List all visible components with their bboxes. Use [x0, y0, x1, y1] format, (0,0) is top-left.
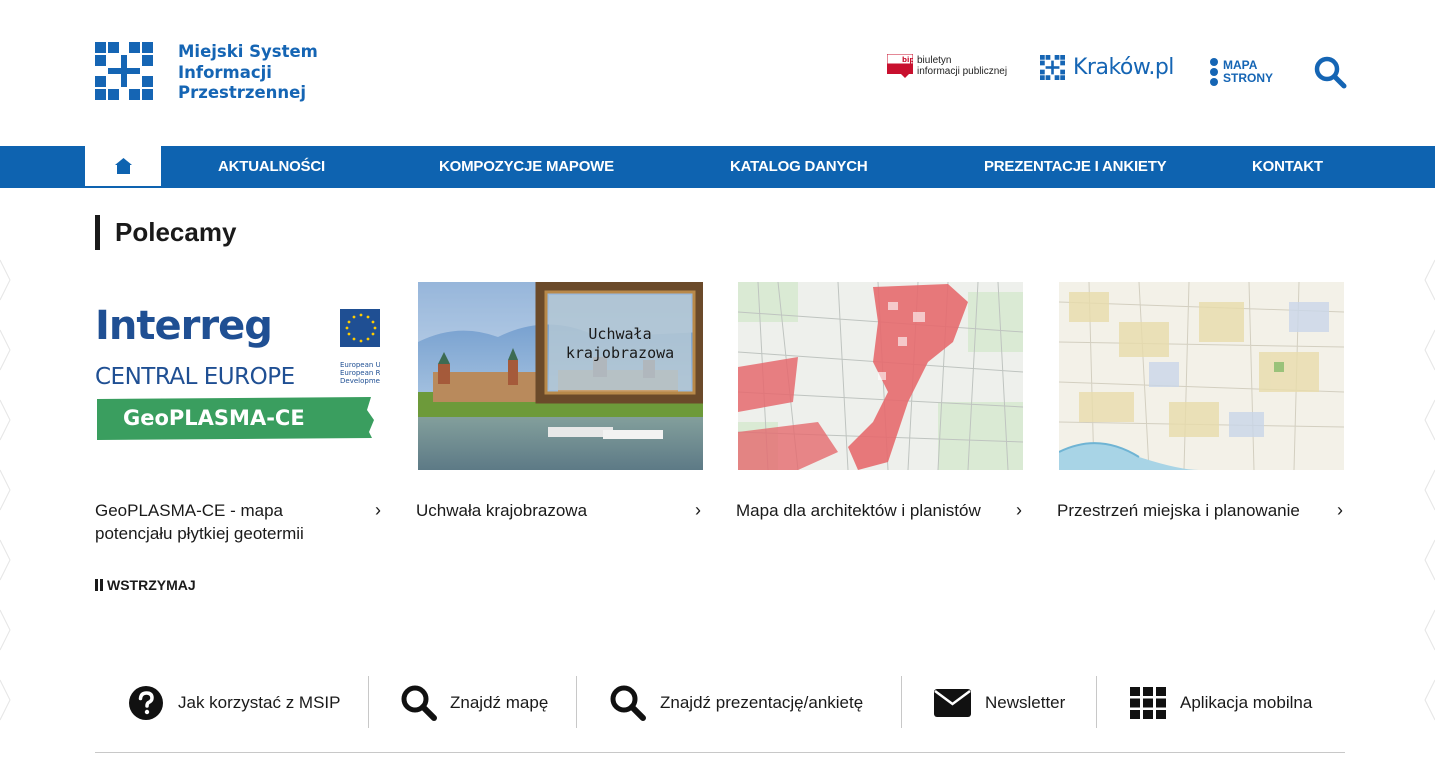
divider: [368, 676, 369, 728]
search-icon: [1314, 56, 1347, 89]
eu-line-1: European U: [340, 361, 380, 369]
nav-item-aktualnosci[interactable]: AKTUALNOŚCI: [218, 146, 325, 188]
envelope-icon: [934, 689, 971, 717]
krakow-link[interactable]: Kraków.pl: [1040, 55, 1174, 80]
divider: [576, 676, 577, 728]
msip-logo-icon: [95, 42, 153, 100]
chevron-right-icon: ›: [375, 500, 381, 520]
card-title[interactable]: GeoPLASMA-CE - mapa potencjału płytkiej …: [95, 499, 365, 545]
frame-line-2: krajobrazowa: [566, 344, 674, 362]
bip-link[interactable]: bip biuletyn informacji publicznej: [886, 53, 1007, 78]
bottom-divider: [95, 752, 1345, 753]
logo-line-2: Informacji: [178, 62, 272, 82]
pause-icon: [95, 579, 103, 591]
carousel-pause-button[interactable]: WSTRZYMAJ: [95, 577, 196, 593]
eu-line-2: European Re: [340, 369, 380, 377]
nav-item-prezentacje[interactable]: PREZENTACJE I ANKIETY: [984, 146, 1167, 188]
site-header: Miejski System Informacji Przestrzennej …: [0, 0, 1435, 146]
logo-line-3: Przestrzennej: [178, 83, 307, 102]
sitemap-label: MAPA STRONY: [1223, 59, 1273, 85]
card-architekci[interactable]: Mapa dla architektów i planistów ›: [736, 282, 1028, 520]
nav-item-katalog[interactable]: KATALOG DANYCH: [730, 146, 868, 188]
city-map-image: [1059, 282, 1344, 470]
card-uchwala[interactable]: Uchwała krajobrazowa Uchwała krajobrazow…: [416, 282, 708, 520]
divider: [1096, 676, 1097, 728]
card-title[interactable]: Mapa dla architektów i planistów: [736, 499, 1016, 522]
sitemap-icon: [1210, 58, 1218, 86]
interreg-logo: Interreg CENTRAL EUROPE European U Europ…: [95, 303, 380, 440]
planning-map-image: [738, 282, 1023, 470]
card-przestrzen[interactable]: Przestrzeń miejska i planowanie ›: [1057, 282, 1349, 520]
link-help[interactable]: Jak korzystać z MSIP: [128, 676, 340, 730]
card-geoplasma[interactable]: Interreg CENTRAL EUROPE European U Europ…: [95, 282, 385, 543]
left-edge-decoration: [0, 259, 11, 721]
link-label: Znajdź prezentację/ankietę: [660, 693, 864, 712]
krakow-logo-icon: [1040, 55, 1065, 80]
interreg-text: Interreg: [95, 303, 272, 349]
chevron-right-icon: ›: [1016, 500, 1022, 520]
card-image-przestrzen[interactable]: [1059, 282, 1344, 470]
wawel-photo: Uchwała krajobrazowa: [418, 282, 703, 470]
help-icon: [129, 686, 163, 720]
frame-line-1: Uchwała: [588, 325, 651, 343]
geoplasma-banner-text: GeoPLASMA-CE: [123, 406, 305, 430]
card-image-architekci[interactable]: [738, 282, 1023, 470]
link-newsletter[interactable]: Newsletter: [934, 676, 1065, 730]
section-title: Polecamy: [95, 215, 236, 250]
bip-line-2: informacji publicznej: [917, 66, 1008, 77]
bip-flag-icon: bip: [886, 53, 914, 78]
home-icon: [114, 158, 132, 174]
grid-icon: [1130, 687, 1166, 719]
link-label: Jak korzystać z MSIP: [178, 693, 341, 712]
divider: [901, 676, 902, 728]
quick-links: Jak korzystać z MSIP Znajdź mapę Znajdź …: [95, 676, 1345, 730]
site-logo-text: Miejski System Informacji Przestrzennej: [178, 42, 318, 104]
krakow-label: Kraków.pl: [1073, 55, 1174, 80]
link-label: Newsletter: [985, 693, 1066, 712]
central-europe-text: CENTRAL EUROPE: [95, 364, 295, 390]
search-icon: [401, 685, 437, 721]
sitemap-link[interactable]: MAPA STRONY: [1209, 57, 1273, 87]
card-image-uchwala[interactable]: Uchwała krajobrazowa: [418, 282, 703, 470]
card-image-geoplasma[interactable]: Interreg CENTRAL EUROPE European U Europ…: [95, 282, 380, 470]
link-find-presentation[interactable]: Znajdź prezentację/ankietę: [609, 676, 863, 730]
nav-item-kompozycje[interactable]: KOMPOZYCJE MAPOWE: [439, 146, 614, 188]
carousel-pause-label: WSTRZYMAJ: [107, 577, 196, 593]
bip-text: biuletyn informacji publicznej: [917, 55, 1007, 77]
logo-line-1: Miejski System: [178, 42, 318, 61]
sitemap-line-2: STRONY: [1223, 71, 1274, 85]
header-search-button[interactable]: [1313, 55, 1347, 89]
site-logo[interactable]: Miejski System Informacji Przestrzennej: [95, 42, 318, 104]
bip-badge-text: bip: [902, 56, 913, 64]
card-title[interactable]: Przestrzeń miejska i planowanie: [1057, 499, 1347, 522]
nav-home-button[interactable]: [85, 146, 161, 188]
bip-line-1: biuletyn: [917, 55, 952, 66]
link-label: Znajdź mapę: [450, 693, 549, 712]
card-title[interactable]: Uchwała krajobrazowa: [416, 499, 686, 522]
link-find-map[interactable]: Znajdź mapę: [400, 676, 548, 730]
chevron-right-icon: ›: [1337, 500, 1343, 520]
chevron-right-icon: ›: [695, 500, 701, 520]
search-icon: [610, 685, 646, 721]
main-nav: AKTUALNOŚCI KOMPOZYCJE MAPOWE KATALOG DA…: [0, 146, 1435, 188]
link-label: Aplikacja mobilna: [1180, 693, 1313, 712]
nav-item-kontakt[interactable]: KONTAKT: [1252, 146, 1323, 188]
eu-line-3: Development: [340, 377, 380, 385]
link-mobile-app[interactable]: Aplikacja mobilna: [1130, 676, 1312, 730]
right-edge-decoration: [1424, 259, 1435, 721]
